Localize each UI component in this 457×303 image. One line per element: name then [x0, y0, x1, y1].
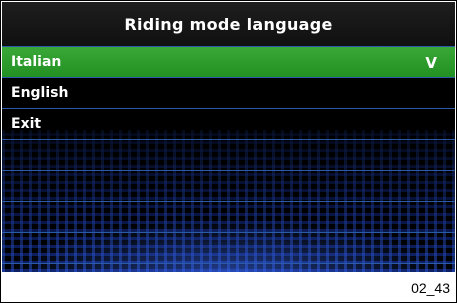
- menu-item-exit[interactable]: Exit: [2, 109, 455, 140]
- page-title: Riding mode language: [124, 14, 333, 34]
- menu-item-english[interactable]: English: [2, 78, 455, 109]
- menu-item-label: English: [11, 85, 69, 101]
- dashboard-screen: Riding mode language Italian V English E…: [2, 2, 455, 272]
- menu-item-italian[interactable]: Italian V: [2, 47, 455, 78]
- check-mark-icon: V: [425, 53, 437, 72]
- menu-item-label: Italian: [11, 54, 62, 70]
- figure-frame: Riding mode language Italian V English E…: [0, 0, 457, 303]
- empty-menu-row: [2, 140, 455, 171]
- language-menu: Italian V English Exit: [2, 47, 455, 264]
- empty-menu-row: [2, 233, 455, 264]
- figure-code: 02_43: [411, 280, 450, 296]
- title-bar: Riding mode language: [2, 2, 455, 47]
- menu-item-label: Exit: [11, 116, 42, 132]
- empty-menu-row: [2, 202, 455, 233]
- empty-menu-row: [2, 171, 455, 202]
